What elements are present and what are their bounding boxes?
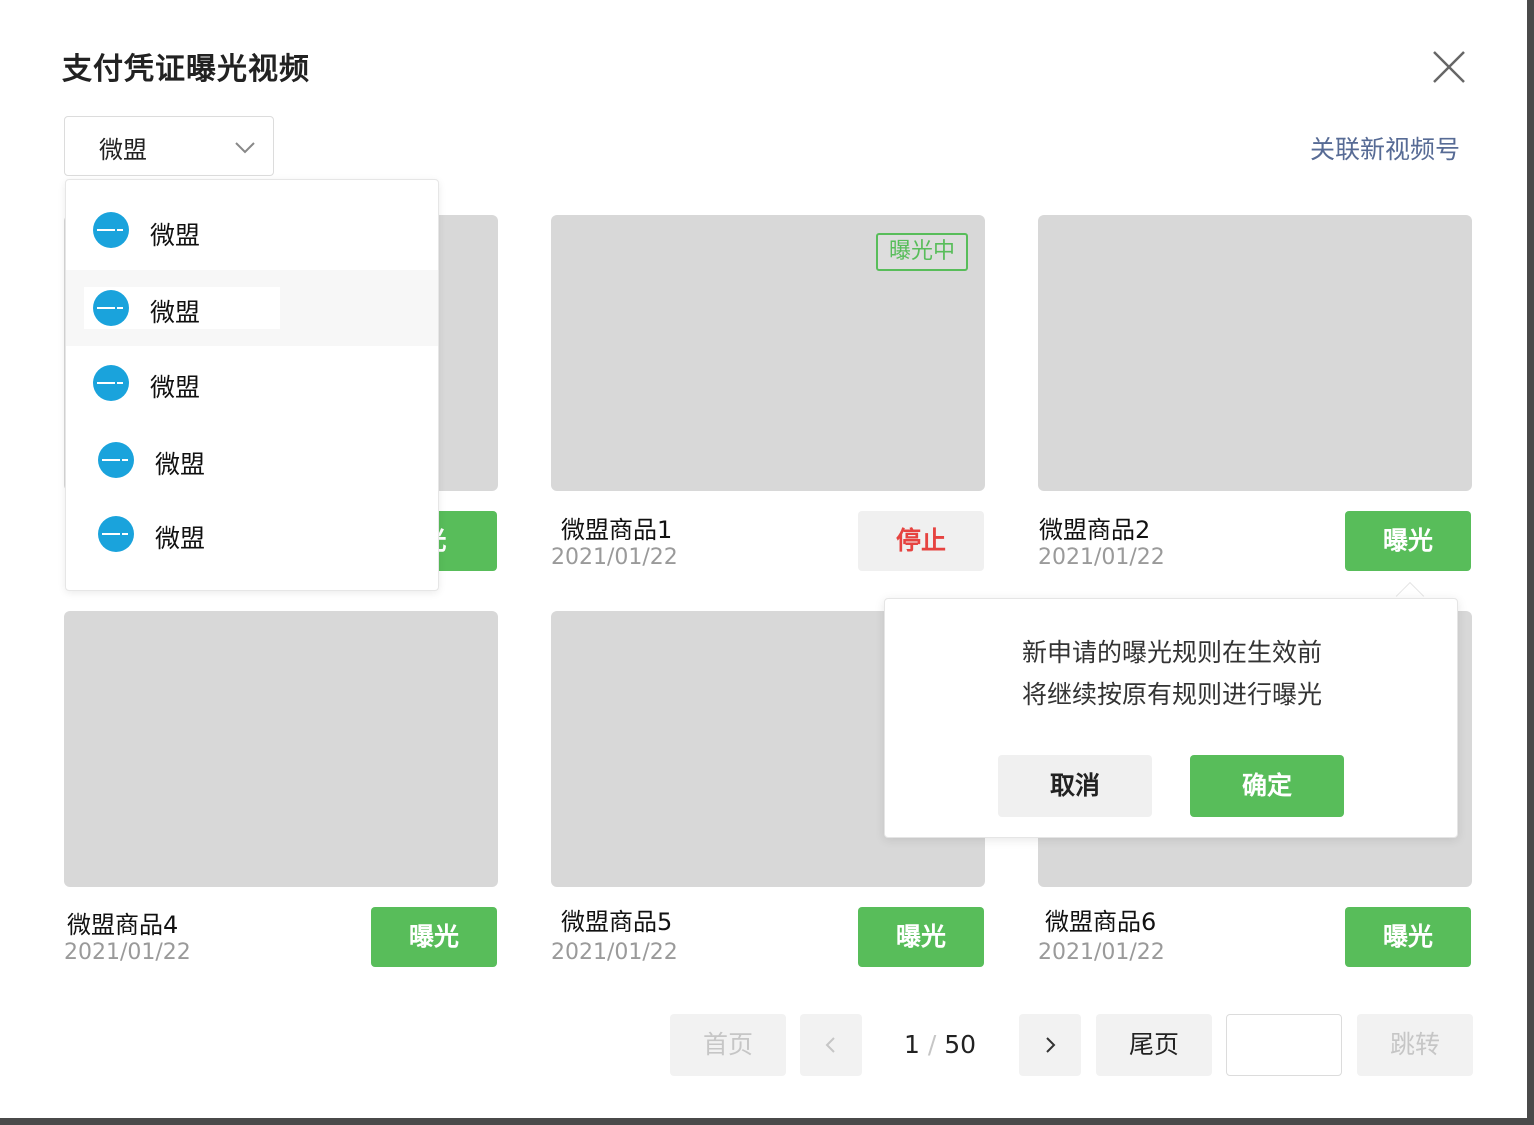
weimob-logo-avatar xyxy=(98,442,134,478)
expose-button[interactable]: 曝光 xyxy=(1345,907,1471,967)
account-select[interactable]: 微盟 xyxy=(64,116,274,176)
account-dropdown-list: 微盟 微盟 微盟 微盟 微盟 xyxy=(65,179,439,591)
dropdown-item[interactable]: 微盟 xyxy=(66,498,438,574)
dropdown-item[interactable]: 微盟 xyxy=(66,346,438,422)
confirm-popover: 新申请的曝光规则在生效前 将继续按原有规则进行曝光 取消 确定 xyxy=(884,598,1458,838)
card-date: 2021/01/22 xyxy=(1038,545,1165,570)
dropdown-item-label: 微盟 xyxy=(150,298,201,327)
video-thumbnail[interactable] xyxy=(1038,215,1472,491)
dropdown-item-label: 微盟 xyxy=(150,221,201,250)
weimob-logo-avatar xyxy=(93,212,129,248)
dropdown-item-label: 微盟 xyxy=(150,373,201,402)
card-date: 2021/01/22 xyxy=(551,940,678,965)
expose-button[interactable]: 曝光 xyxy=(858,907,984,967)
page-indicator: 1 / 50 xyxy=(880,1014,1000,1076)
dropdown-item[interactable]: 微盟 xyxy=(66,270,438,346)
weimob-logo-avatar xyxy=(93,290,129,326)
expose-button[interactable]: 曝光 xyxy=(371,907,497,967)
jump-button[interactable]: 跳转 xyxy=(1357,1014,1473,1076)
chevron-left-icon xyxy=(825,1037,835,1053)
chevron-right-icon xyxy=(1046,1037,1056,1053)
expose-button[interactable]: 曝光 xyxy=(1345,511,1471,571)
card-title: 微盟商品5 xyxy=(561,908,673,936)
window-right-edge xyxy=(1527,0,1534,1125)
dropdown-item[interactable]: 微盟 xyxy=(66,422,438,498)
status-badge: 曝光中 xyxy=(876,233,968,271)
weimob-logo-avatar xyxy=(93,365,129,401)
popover-message-line1: 新申请的曝光规则在生效前 xyxy=(1021,638,1322,667)
stop-button[interactable]: 停止 xyxy=(858,511,984,571)
card-date: 2021/01/22 xyxy=(1038,940,1165,965)
card-date: 2021/01/22 xyxy=(551,545,678,570)
close-icon[interactable] xyxy=(1428,46,1470,88)
cancel-button[interactable]: 取消 xyxy=(998,755,1152,817)
card-title: 微盟商品4 xyxy=(67,911,179,939)
prev-page-button[interactable] xyxy=(800,1014,862,1076)
dropdown-item-label: 微盟 xyxy=(155,524,206,553)
card-date: 2021/01/22 xyxy=(64,940,191,965)
jump-page-input[interactable] xyxy=(1226,1014,1342,1076)
next-page-button[interactable] xyxy=(1019,1014,1081,1076)
exposure-video-dialog: 支付凭证曝光视频 微盟 关联新视频号 光 曝光中 微盟商品1 2021/01/2… xyxy=(0,0,1534,1125)
dropdown-item-label: 微盟 xyxy=(155,450,206,479)
dialog-title: 支付凭证曝光视频 xyxy=(62,52,310,87)
weimob-logo-avatar xyxy=(98,516,134,552)
link-new-channel[interactable]: 关联新视频号 xyxy=(1310,130,1460,166)
card-title: 微盟商品2 xyxy=(1039,516,1151,544)
chevron-down-icon xyxy=(235,142,255,154)
card-title: 微盟商品1 xyxy=(561,516,673,544)
last-page-button[interactable]: 尾页 xyxy=(1096,1014,1212,1076)
current-page: 1 xyxy=(903,1030,920,1059)
card-title: 微盟商品6 xyxy=(1045,908,1157,936)
confirm-button[interactable]: 确定 xyxy=(1190,755,1344,817)
page-separator: / xyxy=(927,1030,937,1059)
total-pages: 50 xyxy=(944,1030,977,1059)
video-thumbnail[interactable] xyxy=(64,611,498,887)
popover-message-line2: 将继续按原有规则进行曝光 xyxy=(1021,680,1322,709)
window-bottom-edge xyxy=(0,1118,1534,1125)
account-select-value: 微盟 xyxy=(99,136,147,164)
first-page-button[interactable]: 首页 xyxy=(670,1014,786,1076)
dropdown-item[interactable]: 微盟 xyxy=(66,194,438,270)
